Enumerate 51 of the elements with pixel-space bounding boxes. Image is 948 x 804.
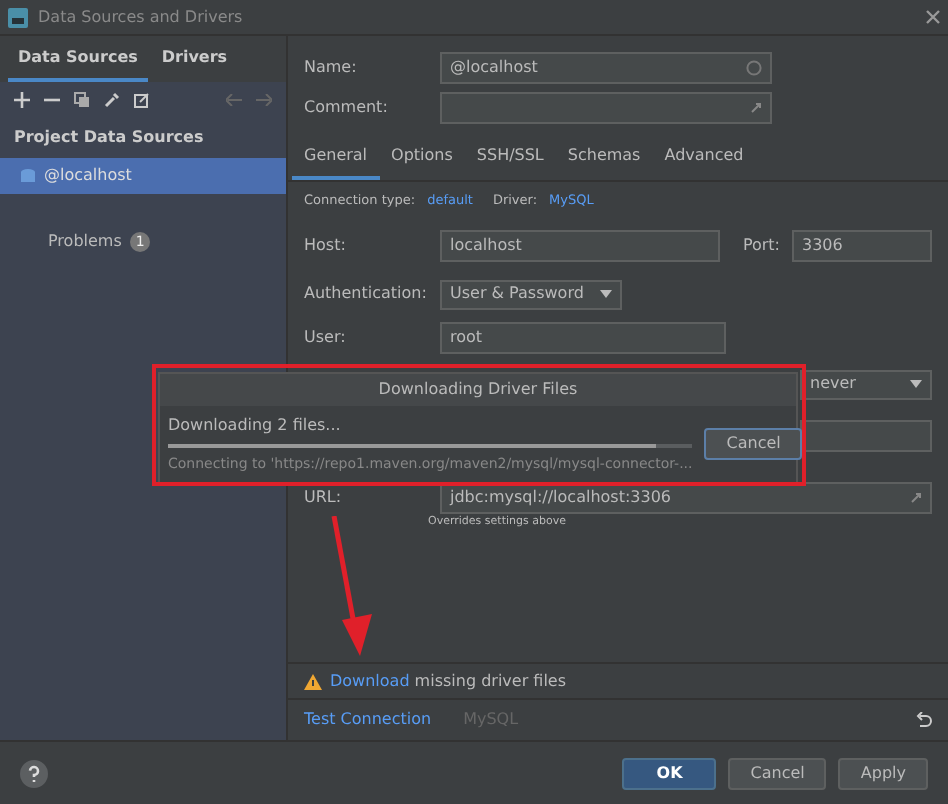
url-field[interactable]: jdbc:mysql://localhost:3306: [440, 482, 932, 514]
expand-icon: [750, 102, 762, 114]
sidebar-tab[interactable]: Data Sources: [8, 36, 148, 82]
window-title: Data Sources and Drivers: [38, 5, 243, 29]
add-icon[interactable]: [14, 92, 30, 108]
status-text: Downloading 2 files...: [168, 414, 343, 438]
settings-tab[interactable]: SSH/SSL: [464, 136, 556, 180]
user-field[interactable]: root: [440, 322, 726, 354]
undo-icon[interactable]: [916, 712, 932, 728]
warning-message: Download missing driver files: [330, 669, 567, 693]
circle-icon: [746, 60, 762, 76]
annotation-arrow: [326, 516, 374, 660]
field-label: Host:: [304, 234, 348, 258]
settings-tab[interactable]: Advanced: [652, 136, 756, 180]
field-label: Port:: [742, 234, 780, 258]
password-field[interactable]: [800, 420, 932, 452]
field-label: URL:: [304, 486, 344, 510]
edit-icon[interactable]: [134, 92, 150, 108]
port-field[interactable]: 3306: [792, 230, 932, 262]
field-label: Name:: [304, 56, 359, 80]
dialog-title: Downloading Driver Files: [160, 374, 796, 406]
dialog-button[interactable]: Apply: [838, 757, 928, 789]
field-label: User:: [304, 326, 348, 350]
caret-icon: [910, 380, 922, 388]
copy-icon[interactable]: [74, 92, 90, 108]
dialog-button[interactable]: Cancel: [728, 757, 827, 789]
field-label: Authentication:: [304, 282, 428, 306]
settings-tab[interactable]: Options: [379, 136, 465, 180]
comment-field[interactable]: [440, 92, 772, 124]
name-field[interactable]: @localhost: [440, 52, 772, 84]
caret-icon: [599, 290, 612, 298]
sidebar-tab[interactable]: Drivers: [151, 36, 238, 82]
expand-icon: [910, 492, 922, 504]
save-dropdown[interactable]: never: [800, 369, 932, 399]
test-connection-link[interactable]: Test Connection: [304, 708, 432, 732]
data-source-item[interactable]: @localhost: [0, 158, 286, 194]
settings-tab[interactable]: Schemas: [555, 136, 653, 180]
warning-icon: [304, 673, 322, 689]
field-label: Comment:: [304, 96, 390, 120]
problems-item[interactable]: Problems: [48, 230, 122, 254]
database-icon: [20, 168, 36, 184]
app-icon: [8, 7, 28, 27]
host-field[interactable]: localhost: [440, 230, 720, 262]
close-icon[interactable]: [926, 10, 940, 24]
settings-tab[interactable]: General: [292, 136, 380, 180]
help-icon[interactable]: [20, 759, 48, 787]
section-heading: Project Data Sources: [12, 126, 206, 150]
dialog-button[interactable]: OK: [622, 757, 717, 789]
cancel-button[interactable]: Cancel: [704, 428, 803, 461]
download-link[interactable]: Download: [330, 671, 410, 689]
authentication-dropdown[interactable]: User & Password: [440, 279, 622, 309]
